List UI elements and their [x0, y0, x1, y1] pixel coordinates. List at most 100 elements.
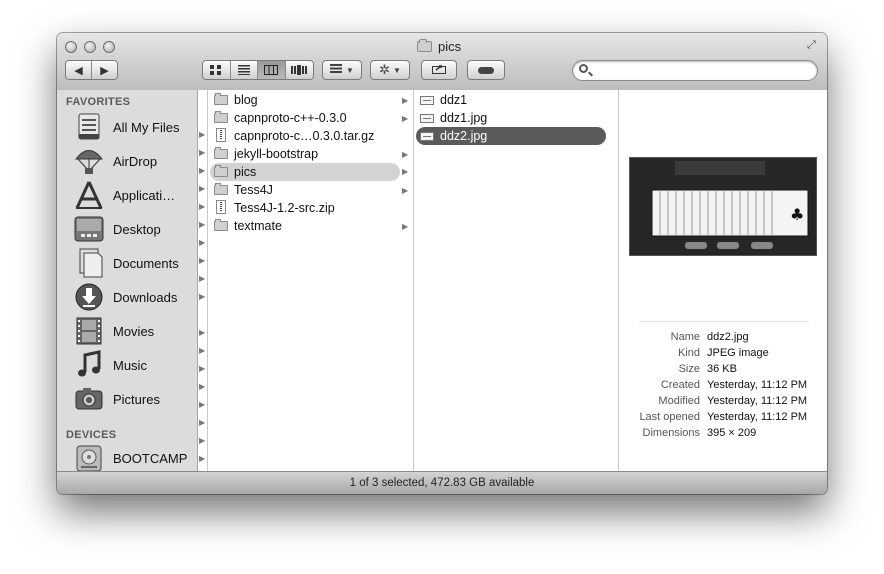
arrange-icon — [330, 64, 343, 76]
airdrop-icon — [73, 146, 105, 176]
disclosure-arrow-icon: ▶ — [402, 149, 409, 159]
downloads-icon — [73, 282, 105, 312]
list-item-label: jekyll-bootstrap — [234, 147, 319, 161]
finder-window: pics ⤢ ◀ ▶ ▼ ✲ ▼ FAVORITES All My Files … — [57, 33, 827, 494]
disclosure-arrow-icon: ▶ — [402, 221, 409, 231]
sidebar-item-label: Downloads — [113, 289, 178, 305]
back-arrow-icon[interactable]: ◀ — [66, 61, 92, 79]
list-item[interactable]: ddz1.jpg — [414, 109, 619, 127]
disclosure-arrow-icon: ▶ — [199, 346, 206, 355]
sidebar-item-bootcamp[interactable]: BOOTCAMP — [73, 443, 198, 473]
sidebar-item-label: Documents — [113, 255, 179, 271]
sidebar-item-documents[interactable]: Documents — [73, 248, 198, 278]
icon-view-icon[interactable] — [203, 61, 231, 79]
list-item[interactable]: jekyll-bootstrap ▶ — [208, 145, 414, 163]
disclosure-arrow-icon: ▶ — [199, 382, 206, 391]
list-item-label: capnproto-c++-0.3.0 — [234, 111, 347, 125]
zip-file-icon — [216, 200, 226, 214]
status-text: 1 of 3 selected, 472.83 GB available — [349, 477, 535, 489]
list-item[interactable]: blog ▶ — [208, 91, 414, 109]
sidebar-item-applications[interactable]: Applicati… — [73, 180, 198, 210]
list-item-label: textmate — [234, 219, 282, 233]
disclosure-arrow-icon: ▶ — [199, 292, 206, 301]
list-item-selected[interactable]: pics — [210, 163, 400, 181]
info-key: Created — [660, 379, 700, 391]
sidebar-item-movies[interactable]: Movies — [73, 316, 198, 346]
disclosure-arrow-icon: ▶ — [199, 454, 206, 463]
info-row-name: Name ddz2.jpg — [619, 331, 827, 347]
info-value: Yesterday, 11:12 PM — [707, 379, 808, 391]
status-bar: 1 of 3 selected, 472.83 GB available — [57, 471, 827, 494]
list-item[interactable]: Tess4J-1.2-src.zip — [208, 199, 414, 217]
column-view-icon[interactable] — [258, 61, 286, 79]
list-item-selected[interactable]: ddz2.jpg — [416, 127, 606, 145]
disclosure-arrow-icon: ▶ — [199, 130, 206, 139]
list-item[interactable]: Tess4J ▶ — [208, 181, 414, 199]
folder-icon — [417, 38, 432, 52]
share-icon — [432, 63, 446, 77]
svg-text:♣: ♣ — [790, 205, 804, 224]
sidebar-item-music[interactable]: Music — [73, 350, 198, 380]
arrange-button[interactable]: ▼ — [322, 60, 362, 80]
info-value: ddz2.jpg — [707, 331, 749, 343]
sidebar-item-pictures[interactable]: Pictures — [73, 384, 198, 414]
sidebar-item-label: AirDrop — [113, 153, 158, 169]
browser-column-2: ddz1 ddz1.jpg ddz2.jpg — [414, 90, 619, 471]
tag-button[interactable] — [467, 60, 505, 80]
sidebar-item-desktop[interactable]: Desktop — [73, 214, 198, 244]
tag-icon — [478, 66, 494, 74]
fullscreen-icon[interactable]: ⤢ — [807, 39, 819, 51]
close-window-button[interactable] — [65, 41, 77, 53]
movies-icon — [73, 316, 105, 346]
action-button[interactable]: ✲ ▼ — [370, 60, 410, 80]
minimize-window-button[interactable] — [84, 41, 96, 53]
disclosure-arrow-icon: ▶ — [402, 113, 409, 123]
divider — [639, 321, 809, 322]
disclosure-arrow-icon: ▶ — [402, 95, 409, 105]
sidebar-item-airdrop[interactable]: AirDrop — [73, 146, 198, 176]
toolbar: pics ⤢ ◀ ▶ ▼ ✲ ▼ — [57, 33, 827, 91]
documents-icon — [73, 248, 105, 278]
sidebar-item-label: All My Files — [113, 119, 180, 135]
info-row-last-opened: Last opened Yesterday, 11:12 PM — [619, 411, 827, 427]
search-input[interactable] — [595, 62, 814, 80]
list-item-label: ddz1 — [440, 93, 468, 107]
disclosure-arrow-icon: ▶ — [402, 167, 409, 176]
info-value: JPEG image — [707, 347, 769, 359]
forward-arrow-icon[interactable]: ▶ — [92, 61, 117, 79]
disclosure-arrow-icon: ▶ — [199, 148, 206, 157]
coverflow-view-icon[interactable] — [285, 61, 313, 79]
list-view-icon[interactable] — [230, 61, 258, 79]
sidebar-item-downloads[interactable]: Downloads — [73, 282, 198, 312]
favorites-header: FAVORITES — [66, 96, 131, 108]
share-button[interactable] — [421, 60, 457, 80]
folder-icon — [214, 183, 228, 195]
list-item[interactable]: ddz1 — [414, 91, 619, 109]
info-row-size: Size 36 KB — [619, 363, 827, 379]
view-mode-control — [202, 60, 314, 80]
parent-column: ▶ ▶ ▶ ▶ ▶ ▶ ▶ ▶ ▶ ▶ ▶ ▶ ▶ ▶ ▶ ▶ ▶ ▶ — [198, 90, 208, 471]
sidebar-item-label: Movies — [113, 323, 155, 339]
search-field[interactable] — [572, 60, 818, 81]
image-thumbnail: ♣ — [629, 157, 817, 256]
music-icon — [73, 350, 105, 380]
window-title: pics — [417, 38, 461, 54]
disclosure-arrow-icon: ▶ — [199, 238, 206, 247]
sidebar-item-all-my-files[interactable]: All My Files — [73, 112, 198, 142]
folder-icon — [214, 165, 228, 177]
desktop-icon — [73, 214, 105, 244]
info-key: Modified — [658, 395, 700, 407]
back-forward-control: ◀ ▶ — [65, 60, 118, 80]
list-item-label: ddz1.jpg — [440, 111, 488, 125]
info-value: Yesterday, 11:12 PM — [707, 411, 808, 423]
info-key: Last opened — [639, 411, 700, 423]
disclosure-arrow-icon: ▶ — [199, 418, 206, 427]
window-title-text: pics — [438, 38, 462, 54]
list-item[interactable]: capnproto-c++-0.3.0 ▶ — [208, 109, 414, 127]
zoom-window-button[interactable] — [103, 41, 115, 53]
info-key: Dimensions — [642, 427, 700, 439]
list-item[interactable]: textmate ▶ — [208, 217, 414, 235]
list-item[interactable]: capnproto-c…0.3.0.tar.gz — [208, 127, 414, 145]
info-row-kind: Kind JPEG image — [619, 347, 827, 363]
list-item-label: Tess4J — [234, 183, 273, 197]
